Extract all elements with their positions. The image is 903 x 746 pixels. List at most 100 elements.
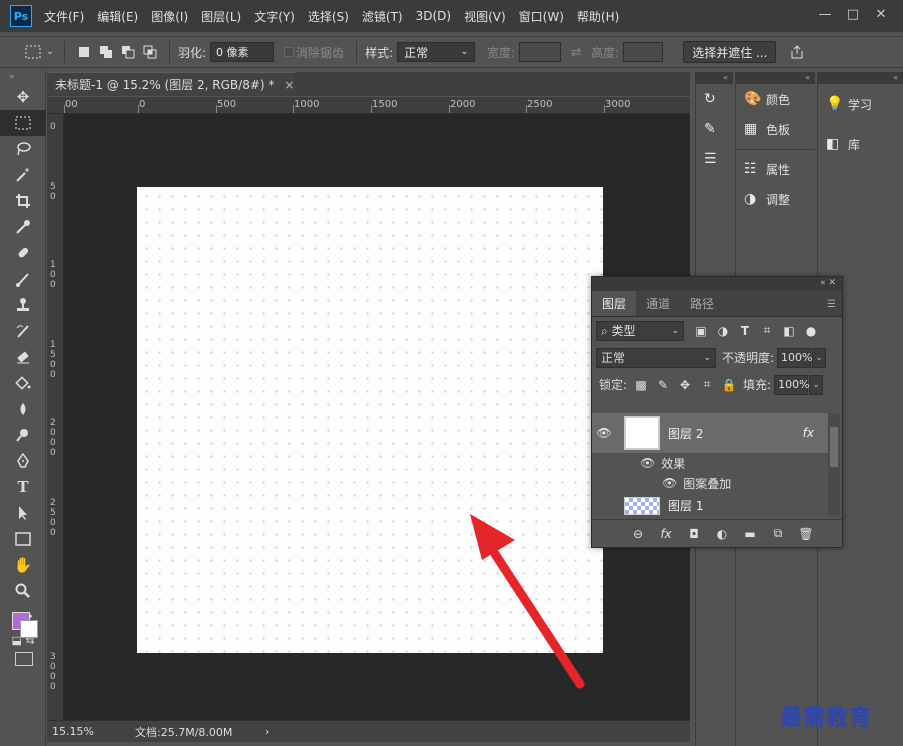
share-icon[interactable] [786,41,808,63]
background-color-swatch[interactable] [20,620,38,638]
menu-type[interactable]: 文字(Y) [254,8,295,25]
filter-image-icon[interactable]: ▣ [690,324,712,338]
menu-file[interactable]: 文件(F) [44,8,84,25]
swap-icon[interactable]: ⇄ [561,41,591,63]
brush-tool-icon[interactable] [0,266,46,292]
new-selection-icon[interactable] [73,41,95,63]
subtract-selection-icon[interactable] [117,41,139,63]
link-icon[interactable]: ⊖ [624,527,652,541]
menu-edit[interactable]: 编辑(E) [97,8,138,25]
menu-filter[interactable]: 滤镜(T) [362,8,403,25]
document-tab[interactable]: 未标题-1 @ 15.2% (图层 2, RGB/8#) * × [47,72,295,96]
paint-bucket-tool-icon[interactable] [0,370,46,396]
effects-row[interactable]: 👁 效果 [592,453,828,473]
feather-input[interactable]: 0 像素 [210,42,275,62]
pen-tool-icon[interactable] [0,448,46,474]
tab-layers[interactable]: 图层 [592,291,637,316]
libraries-panel-button[interactable]: ◧ 库 [818,124,903,164]
zoom-tool-icon[interactable] [0,578,46,604]
mask-icon[interactable]: ◘ [680,527,708,541]
eye-icon[interactable]: 👁 [640,456,655,470]
fx-icon[interactable]: fx [803,426,814,440]
properties-panel-button[interactable]: ☷ 属性 [736,154,815,184]
lock-artboard-icon[interactable]: ⌗ [696,377,718,392]
minimize-button[interactable]: — [811,4,839,24]
path-selection-tool-icon[interactable] [0,500,46,526]
filter-smart-object-icon[interactable]: ◧ [778,324,800,338]
type-tool-icon[interactable]: T [0,474,46,500]
tab-channels[interactable]: 通道 [636,291,680,316]
panel-close-icon[interactable]: « ✕ [592,277,842,291]
lasso-tool-icon[interactable] [0,136,46,162]
move-tool-icon[interactable]: ✥ [0,84,46,110]
swatches-panel-button[interactable]: ▦ 色板 [736,114,815,144]
learn-panel-button[interactable]: 💡 学习 [818,84,903,124]
effect-item-row[interactable]: 👁 图案叠加 [592,473,828,493]
healing-brush-tool-icon[interactable] [0,240,46,266]
eye-icon[interactable]: 👁 [662,476,677,490]
layer-row[interactable]: 图层 1 [592,493,828,515]
menu-window[interactable]: 窗口(W) [519,8,564,25]
blur-tool-icon[interactable] [0,396,46,422]
add-selection-icon[interactable] [95,41,117,63]
lock-position-icon[interactable]: ✥ [674,378,696,392]
sliders-icon[interactable]: ☰ [696,144,733,174]
opacity-input[interactable]: 100% [777,347,813,368]
lock-all-icon[interactable]: 🔒 [718,378,740,392]
layer-filter-select[interactable]: ⌕ 类型 ⌄ [596,320,684,341]
fill-input[interactable]: 100% [774,374,810,395]
layer-name[interactable]: 图层 1 [668,497,703,514]
dock-collapse-icon[interactable]: « [817,72,903,84]
layer-row-selected[interactable]: 👁 图层 2 fx [592,413,828,453]
menu-help[interactable]: 帮助(H) [577,8,619,25]
magic-wand-tool-icon[interactable] [0,162,46,188]
rectangle-tool-icon[interactable] [0,526,46,552]
adjustment-icon[interactable]: ◐ [708,527,736,541]
lock-image-icon[interactable]: ✎ [652,378,674,392]
dock-collapse-icon[interactable]: « [695,72,733,84]
zoom-level[interactable]: 15.15% [47,725,105,738]
layers-scrollbar[interactable] [828,413,840,515]
marquee-tool-icon[interactable] [0,110,46,136]
tab-paths[interactable]: 路径 [680,291,724,316]
panel-menu-icon[interactable]: ☰ [827,299,836,310]
eraser-tool-icon[interactable] [0,344,46,370]
new-layer-icon[interactable]: ⧉ [764,526,792,541]
history-panel-icon[interactable]: ↻ [696,84,733,114]
fx-icon[interactable]: fx [652,527,680,541]
document-canvas[interactable] [137,187,603,653]
close-button[interactable]: ✕ [867,4,895,24]
style-select[interactable]: 正常 ⌄ [397,42,476,62]
close-tab-icon[interactable]: × [284,78,294,92]
fill-dropdown-icon[interactable]: ⌄ [809,374,824,395]
eye-icon[interactable]: 👁 [592,426,616,440]
filter-toggle-icon[interactable]: ● [800,324,822,338]
menu-3d[interactable]: 3D(D) [416,9,451,23]
menu-select[interactable]: 选择(S) [308,8,349,25]
crop-tool-icon[interactable] [0,188,46,214]
opacity-dropdown-icon[interactable]: ⌄ [812,347,827,368]
status-menu-arrow-icon[interactable]: › [265,725,269,738]
chevron-down-icon[interactable]: ⌄ [44,41,56,63]
eyedropper-tool-icon[interactable] [0,214,46,240]
layer-name[interactable]: 图层 2 [668,425,703,442]
blend-mode-select[interactable]: 正常 ⌄ [596,347,716,368]
filter-adjustment-icon[interactable]: ◑ [712,324,734,338]
marquee-preset-icon[interactable] [22,41,44,63]
menu-layer[interactable]: 图层(L) [201,8,241,25]
filter-type-icon[interactable]: T [734,324,756,338]
dodge-tool-icon[interactable] [0,422,46,448]
intersect-selection-icon[interactable] [139,41,161,63]
history-brush-tool-icon[interactable] [0,318,46,344]
adjustments-panel-button[interactable]: ◑ 调整 [736,184,815,214]
trash-icon[interactable]: 🗑 [792,527,820,541]
lock-transparent-icon[interactable]: ▩ [630,378,652,392]
antialias-checkbox[interactable] [282,41,296,63]
quick-mask-icon[interactable] [15,652,33,666]
select-and-mask-button[interactable]: 选择并遮住 ... [683,41,777,63]
panel-grip-icon[interactable]: » [0,70,45,84]
filter-shape-icon[interactable]: ⌗ [756,323,778,338]
brush-settings-icon[interactable]: ✎ [696,114,733,144]
dock-collapse-icon[interactable]: « [735,72,815,84]
folder-icon[interactable]: ▬ [736,527,764,541]
